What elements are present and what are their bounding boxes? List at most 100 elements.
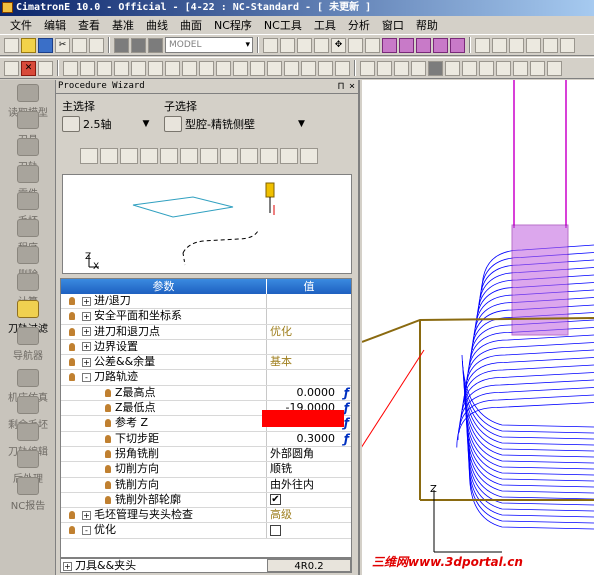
param-value[interactable]: 外部圆角 xyxy=(267,447,351,461)
hide-icon[interactable] xyxy=(301,60,316,76)
open-folder-icon[interactable] xyxy=(21,37,36,53)
view-cube-icon[interactable] xyxy=(475,37,490,53)
menu-datum[interactable]: 基准 xyxy=(106,17,140,33)
display-icon[interactable] xyxy=(131,37,146,53)
mirror-icon[interactable] xyxy=(199,60,214,76)
blend-icon[interactable] xyxy=(462,60,477,76)
group-icon[interactable] xyxy=(284,60,299,76)
view-iso-icon[interactable] xyxy=(382,37,397,53)
expand-icon[interactable]: + xyxy=(82,296,91,306)
table-group-row[interactable]: + 进/退刀 xyxy=(61,294,351,310)
table-group-row[interactable]: + 安全平面和坐标系 xyxy=(61,309,351,325)
sub-select[interactable]: 型腔-精铣侧壁 ▼ xyxy=(164,114,305,134)
menu-file[interactable]: 文件 xyxy=(4,17,38,33)
export-icon[interactable] xyxy=(180,148,198,164)
view-right-icon[interactable] xyxy=(433,37,448,53)
table-group-row[interactable]: - 刀路轨迹 xyxy=(61,370,351,386)
checkbox[interactable]: ✔ xyxy=(270,494,281,506)
grid-icon[interactable] xyxy=(250,60,265,76)
table-group-row[interactable]: + 边界设置 xyxy=(61,339,351,356)
table-group-row[interactable]: + 进刀和退刀点 优化 xyxy=(61,324,351,340)
split-icon[interactable] xyxy=(547,60,562,76)
undo-icon[interactable] xyxy=(38,60,53,76)
surface-icon[interactable] xyxy=(445,60,460,76)
scissors-icon[interactable] xyxy=(280,148,298,164)
library-icon[interactable] xyxy=(220,148,238,164)
paste-icon[interactable] xyxy=(89,37,104,53)
menu-view[interactable]: 查看 xyxy=(72,17,106,33)
point-icon[interactable] xyxy=(63,60,78,76)
param-value[interactable]: 基本 xyxy=(267,355,351,369)
param-value[interactable]: 0.0000 ƒ xyxy=(267,386,351,400)
formula-icon[interactable]: ƒ xyxy=(344,401,349,415)
expand-icon[interactable]: + xyxy=(82,357,91,367)
table-row[interactable]: 切削方向 顺铣 xyxy=(61,462,351,478)
table-row[interactable]: 铣削外部轮廓 ✔ xyxy=(61,492,351,509)
param-value[interactable]: 高级 xyxy=(267,508,351,522)
search-icon[interactable] xyxy=(314,37,329,53)
contour-icon[interactable] xyxy=(140,148,158,164)
menu-nc-tools[interactable]: NC工具 xyxy=(258,17,308,33)
zoom-icon[interactable] xyxy=(280,37,295,53)
hidden-line-icon[interactable] xyxy=(560,37,575,53)
shade-icon[interactable] xyxy=(526,37,541,53)
expand-icon[interactable]: + xyxy=(82,342,91,352)
wireframe-icon[interactable] xyxy=(543,37,558,53)
formula-icon[interactable]: ƒ xyxy=(344,386,349,400)
view-front-icon[interactable] xyxy=(399,37,414,53)
table-row[interactable]: Z最高点 0.0000 ƒ xyxy=(61,385,351,402)
param-value[interactable] xyxy=(267,309,351,323)
param-value[interactable]: ✔ xyxy=(267,493,351,507)
solid-icon[interactable] xyxy=(428,60,443,76)
menu-nc-program[interactable]: NC程序 xyxy=(208,17,258,33)
view-normal-icon[interactable] xyxy=(492,37,507,53)
boolean-icon[interactable] xyxy=(530,60,545,76)
fit-icon[interactable] xyxy=(348,37,363,53)
drill-icon[interactable] xyxy=(120,148,138,164)
extend-icon[interactable] xyxy=(182,60,197,76)
main-select[interactable]: 2.5轴 ▼ xyxy=(62,114,149,134)
offset-icon[interactable] xyxy=(148,60,163,76)
table-group-row[interactable]: + 公差&&余量 基本 xyxy=(61,355,351,371)
expand-icon[interactable]: + xyxy=(82,311,91,321)
model-combo[interactable]: MODEL xyxy=(165,37,253,53)
snap-icon[interactable] xyxy=(267,60,282,76)
menu-help[interactable]: 帮助 xyxy=(410,17,444,33)
checkbox[interactable] xyxy=(270,524,281,536)
tool-holder-row[interactable]: + 刀具&&夹头 4R0.2 xyxy=(60,558,352,573)
rotate-icon[interactable] xyxy=(365,37,380,53)
cylinder-icon[interactable] xyxy=(394,60,409,76)
pin-icon[interactable]: ⊓ xyxy=(338,80,344,93)
menu-analysis[interactable]: 分析 xyxy=(342,17,376,33)
table-row[interactable]: 铣削方向 由外往内 xyxy=(61,477,351,493)
new-file-icon[interactable] xyxy=(4,37,19,53)
sphere-icon[interactable] xyxy=(411,60,426,76)
expand-icon[interactable]: + xyxy=(82,510,91,520)
tool-holder-value[interactable]: 4R0.2 xyxy=(267,559,351,572)
copy-icon[interactable] xyxy=(72,37,87,53)
menu-surface[interactable]: 曲面 xyxy=(174,17,208,33)
line-icon[interactable] xyxy=(80,60,95,76)
filter-icon[interactable] xyxy=(300,148,318,164)
spline-icon[interactable] xyxy=(131,60,146,76)
layer-icon[interactable] xyxy=(114,37,129,53)
table-group-row[interactable]: + 毛坯管理与夹头检查 高级 xyxy=(61,508,351,524)
table-row[interactable]: 拐角铣削 外部圆角 xyxy=(61,446,351,463)
transform-icon[interactable] xyxy=(216,60,231,76)
param-value[interactable] xyxy=(267,294,351,308)
settings-icon[interactable] xyxy=(260,148,278,164)
param-value[interactable]: 顺铣 xyxy=(267,462,351,476)
eraser-icon[interactable] xyxy=(80,148,98,164)
close-icon[interactable]: × xyxy=(349,80,355,93)
shell-icon[interactable] xyxy=(479,60,494,76)
view-top-icon[interactable] xyxy=(416,37,431,53)
table-row[interactable]: 下切步距 0.3000 ƒ xyxy=(61,431,351,447)
menu-edit[interactable]: 编辑 xyxy=(38,17,72,33)
drill-icon[interactable] xyxy=(496,60,511,76)
cut-icon[interactable]: ✂ xyxy=(55,37,70,53)
render-icon[interactable] xyxy=(509,37,524,53)
param-value[interactable]: 0.3000 ƒ xyxy=(267,432,351,446)
view-back-icon[interactable] xyxy=(450,37,465,53)
save-icon[interactable] xyxy=(38,37,53,53)
sketch-icon[interactable] xyxy=(360,60,375,76)
